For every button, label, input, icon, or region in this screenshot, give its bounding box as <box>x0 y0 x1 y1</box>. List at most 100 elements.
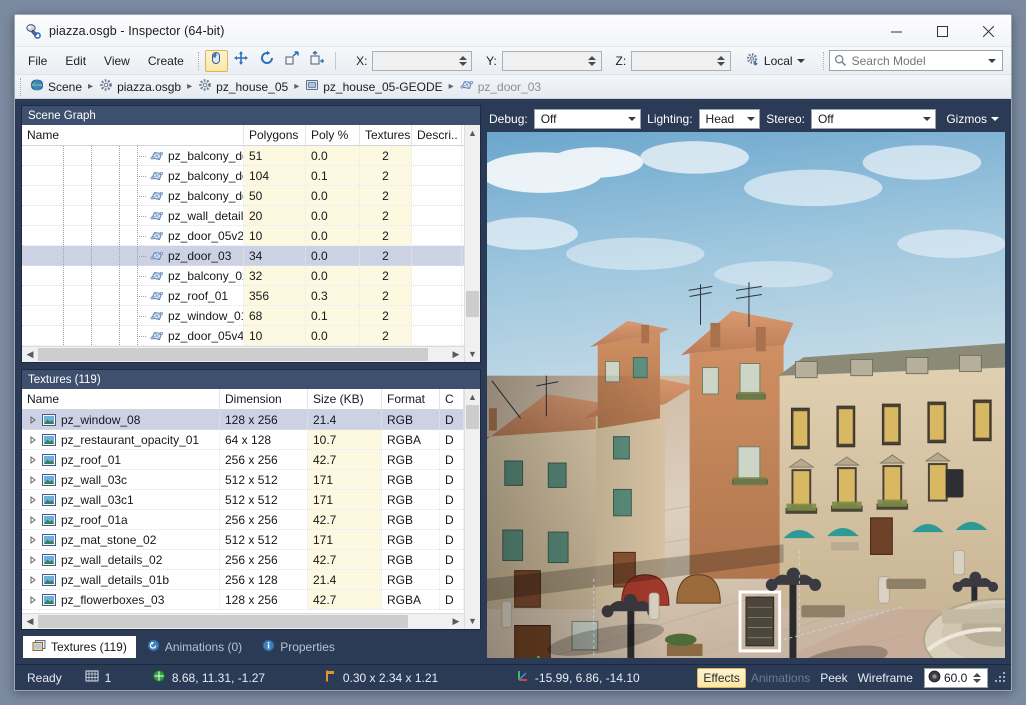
texture-row[interactable]: pz_roof_01 256 x 256 42.7 RGB D <box>22 450 464 470</box>
texture-row[interactable]: pz_mat_stone_02 512 x 512 171 RGB D <box>22 530 464 550</box>
fps-spin-arrows[interactable] <box>971 670 984 687</box>
scene-graph-row[interactable]: pz_balcony_door...510.02 <box>22 146 464 166</box>
x-input[interactable] <box>373 52 460 69</box>
breadcrumb-item-pz-house-05[interactable]: pz_house_05 <box>194 76 292 97</box>
expand-arrow-icon[interactable] <box>26 495 40 504</box>
breadcrumb-item-pz-door-03[interactable]: pz_door_03 <box>456 76 545 97</box>
x-spin-arrows[interactable] <box>456 53 469 70</box>
breadcrumb-item-pz-house-05-geode[interactable]: pz_house_05-GEODE <box>301 76 446 97</box>
scene-graph-row[interactable]: pz_door_05v4 10 0.0 2 <box>22 326 464 346</box>
column-header-polygons[interactable]: Polygons <box>244 125 306 145</box>
texture-row[interactable]: pz_roof_01a 256 x 256 42.7 RGB D <box>22 510 464 530</box>
y-spin-arrows[interactable] <box>586 53 599 70</box>
fps-spinbox[interactable]: 60.0 <box>923 667 988 688</box>
close-button[interactable] <box>965 15 1011 47</box>
scroll-down-icon[interactable]: ▼ <box>465 346 480 362</box>
textures-hscrollbar[interactable]: ◀ ▶ <box>22 613 464 629</box>
scroll-up-icon[interactable]: ▲ <box>465 389 480 405</box>
column-header-size[interactable]: Size (KB) <box>308 389 382 409</box>
texture-row[interactable]: pz_wall_03c 512 x 512 171 RGB D <box>22 470 464 490</box>
scroll-down-icon[interactable]: ▼ <box>465 613 480 629</box>
menu-view[interactable]: View <box>95 50 139 72</box>
debug-combo[interactable]: Off <box>533 108 642 129</box>
search-input[interactable] <box>849 52 988 69</box>
scale-tool-button[interactable] <box>280 50 303 72</box>
breadcrumb-item-scene[interactable]: Scene <box>26 76 86 97</box>
lighting-combo[interactable]: Head <box>698 108 761 129</box>
column-header-c[interactable]: C <box>440 389 464 409</box>
maximize-button[interactable] <box>919 15 965 47</box>
toggle-effects[interactable]: Effects <box>697 667 746 688</box>
column-header-textures[interactable]: Textures <box>360 125 412 145</box>
z-spin-arrows[interactable] <box>715 53 728 70</box>
expand-arrow-icon[interactable] <box>26 555 40 564</box>
scene-graph-vscroll-thumb[interactable] <box>466 291 479 317</box>
texture-row[interactable]: pz_wall_details_01b 256 x 128 21.4 RGB D <box>22 570 464 590</box>
z-input[interactable] <box>632 52 719 69</box>
gizmos-menu-button[interactable]: Gizmos <box>942 110 1003 128</box>
menu-edit[interactable]: Edit <box>56 50 95 72</box>
toggle-peek[interactable]: Peek <box>815 669 852 687</box>
column-header-name[interactable]: Name <box>22 125 244 145</box>
z-spinbox[interactable] <box>631 50 731 71</box>
place-tool-button[interactable] <box>305 50 328 72</box>
scroll-right-icon[interactable]: ▶ <box>448 347 464 362</box>
scene-graph-row[interactable]: pz_wall_details_03200.02 <box>22 206 464 226</box>
scene-graph-row[interactable]: pz_window_01v1680.12 <box>22 306 464 326</box>
scene-graph-row[interactable]: pz_balcony_door...500.02 <box>22 186 464 206</box>
expand-arrow-icon[interactable] <box>26 415 40 424</box>
move-tool-button[interactable] <box>230 50 253 72</box>
textures-vscroll-track[interactable] <box>465 405 480 613</box>
coord-space-button[interactable]: Local <box>739 49 811 73</box>
expand-arrow-icon[interactable] <box>26 575 40 584</box>
texture-row[interactable]: pz_flowerboxes_03 128 x 256 42.7 RGBA D <box>22 590 464 610</box>
y-input[interactable] <box>502 52 589 69</box>
chevron-down-icon[interactable] <box>987 58 996 63</box>
texture-row[interactable]: pz_wall_details_02 256 x 256 42.7 RGB D <box>22 550 464 570</box>
expand-arrow-icon[interactable] <box>26 595 40 604</box>
scene-graph-row[interactable]: pz_roof_01 356 0.3 2 <box>22 286 464 306</box>
expand-arrow-icon[interactable] <box>26 475 40 484</box>
column-header-format[interactable]: Format <box>382 389 440 409</box>
minimize-button[interactable] <box>873 15 919 47</box>
menu-create[interactable]: Create <box>139 50 193 72</box>
textures-hscroll-track[interactable] <box>38 614 448 629</box>
column-header-name[interactable]: Name <box>22 389 220 409</box>
scene-graph-hscrollbar[interactable]: ◀ ▶ <box>22 346 464 362</box>
resize-grip-icon[interactable] <box>994 671 1007 685</box>
column-header-dimension[interactable]: Dimension <box>220 389 308 409</box>
scene-graph-row[interactable]: pz_door_03 34 0.0 2 <box>22 246 464 266</box>
textures-hscroll-thumb[interactable] <box>38 615 408 628</box>
rotate-tool-button[interactable] <box>255 50 278 72</box>
expand-arrow-icon[interactable] <box>26 535 40 544</box>
texture-row[interactable]: pz_restaurant_opacity_01 64 x 128 10.7 RGBA… <box>22 430 464 450</box>
x-spinbox[interactable] <box>372 50 473 71</box>
select-tool-button[interactable] <box>204 49 228 72</box>
column-header-poly-pct[interactable]: Poly % <box>306 125 360 145</box>
menu-file[interactable]: File <box>19 50 56 72</box>
search-model-combo[interactable] <box>828 50 1003 71</box>
scroll-right-icon[interactable]: ▶ <box>448 614 464 629</box>
scroll-up-icon[interactable]: ▲ <box>465 125 480 141</box>
scene-graph-hscroll-track[interactable] <box>38 347 448 362</box>
tab-properties[interactable]: Properties <box>253 636 344 658</box>
column-header-description[interactable]: Descri.. <box>412 125 462 145</box>
toggle-wireframe[interactable]: Wireframe <box>853 669 918 687</box>
stereo-combo[interactable]: Off <box>810 108 937 129</box>
textures-vscroll-thumb[interactable] <box>466 405 479 429</box>
y-spinbox[interactable] <box>501 50 602 71</box>
scene-graph-hscroll-thumb[interactable] <box>38 348 428 361</box>
toggle-animations[interactable]: Animations <box>746 669 815 687</box>
scene-graph-vscroll-track[interactable] <box>465 141 480 346</box>
viewport-3d[interactable] <box>487 132 1005 658</box>
tab-animations[interactable]: Animations (0) <box>138 636 251 658</box>
scene-graph-row[interactable]: pz_balcony_door...1040.12 <box>22 166 464 186</box>
scene-graph-row[interactable]: pz_door_05v2 10 0.0 2 <box>22 226 464 246</box>
scene-graph-vscrollbar[interactable]: ▲ ▼ <box>464 125 480 362</box>
scroll-left-icon[interactable]: ◀ <box>22 347 38 362</box>
expand-arrow-icon[interactable] <box>26 515 40 524</box>
textures-vscrollbar[interactable]: ▲ ▼ <box>464 389 480 629</box>
breadcrumb-item-piazza-osgb[interactable]: piazza.osgb <box>95 76 185 97</box>
tab-textures[interactable]: Textures (119) <box>23 636 136 658</box>
texture-row[interactable]: pz_window_08 128 x 256 21.4 RGB D <box>22 410 464 430</box>
